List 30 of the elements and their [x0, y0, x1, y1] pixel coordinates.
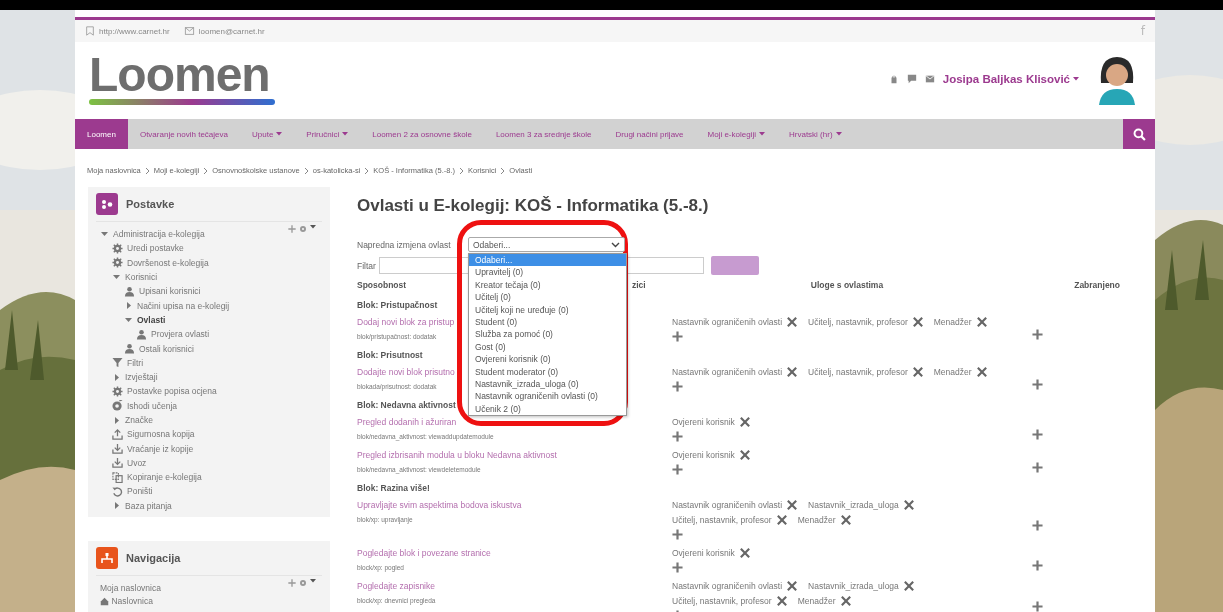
column-header: zici — [632, 280, 646, 290]
section-heading: Blok: Razina više! — [357, 483, 430, 493]
role-label: Nastavnik ograničenih ovlasti — [672, 317, 783, 327]
role-label: Menadžer — [933, 317, 972, 327]
role-label: Nastavnik ograničenih ovlasti — [672, 581, 783, 591]
role-label: Nastavnik_izrada_uloga — [808, 581, 899, 591]
field-label: Filtar — [357, 260, 376, 271]
column-header: Sposobnost — [357, 280, 407, 290]
role-label: Učitelj, nastavnik, profesor — [672, 596, 772, 606]
role-label: Učitelj, nastavnik, profesor — [808, 367, 908, 377]
page-title: Ovlasti u E-kolegij: KOŠ - Informatika (5.-8.) — [357, 196, 710, 216]
role-label: Menadžer — [797, 596, 836, 606]
section-heading: Blok: Pristupačnost — [357, 300, 438, 310]
role-label: Nastavnik ograničenih ovlasti — [672, 500, 783, 510]
role-label: Ovjereni korisnik — [672, 450, 735, 460]
field-label: Napredna izmjena ovlast — [357, 239, 452, 250]
role-label: Ovjereni korisnik — [672, 417, 735, 427]
panel-title: Postavke — [126, 198, 175, 210]
role-label: Učitelj, nastavnik, profesor — [672, 515, 772, 525]
role-label: Menadžer — [933, 367, 972, 377]
role-label: Menadžer — [797, 515, 836, 525]
section-heading: Blok: Prisutnost — [357, 350, 423, 360]
panel-title: Navigacija — [126, 551, 181, 564]
column-header: Zabranjeno — [1074, 280, 1120, 290]
column-header: Uloge s ovlastima — [810, 280, 884, 290]
section-heading: Blok: Nedavna aktivnost — [357, 400, 456, 410]
role-label: Nastavnik_izrada_uloga — [808, 500, 899, 510]
role-label: Ovjereni korisnik — [672, 548, 735, 558]
role-label: Nastavnik ograničenih ovlasti — [672, 367, 783, 377]
role-label: Učitelj, nastavnik, profesor — [808, 317, 908, 327]
